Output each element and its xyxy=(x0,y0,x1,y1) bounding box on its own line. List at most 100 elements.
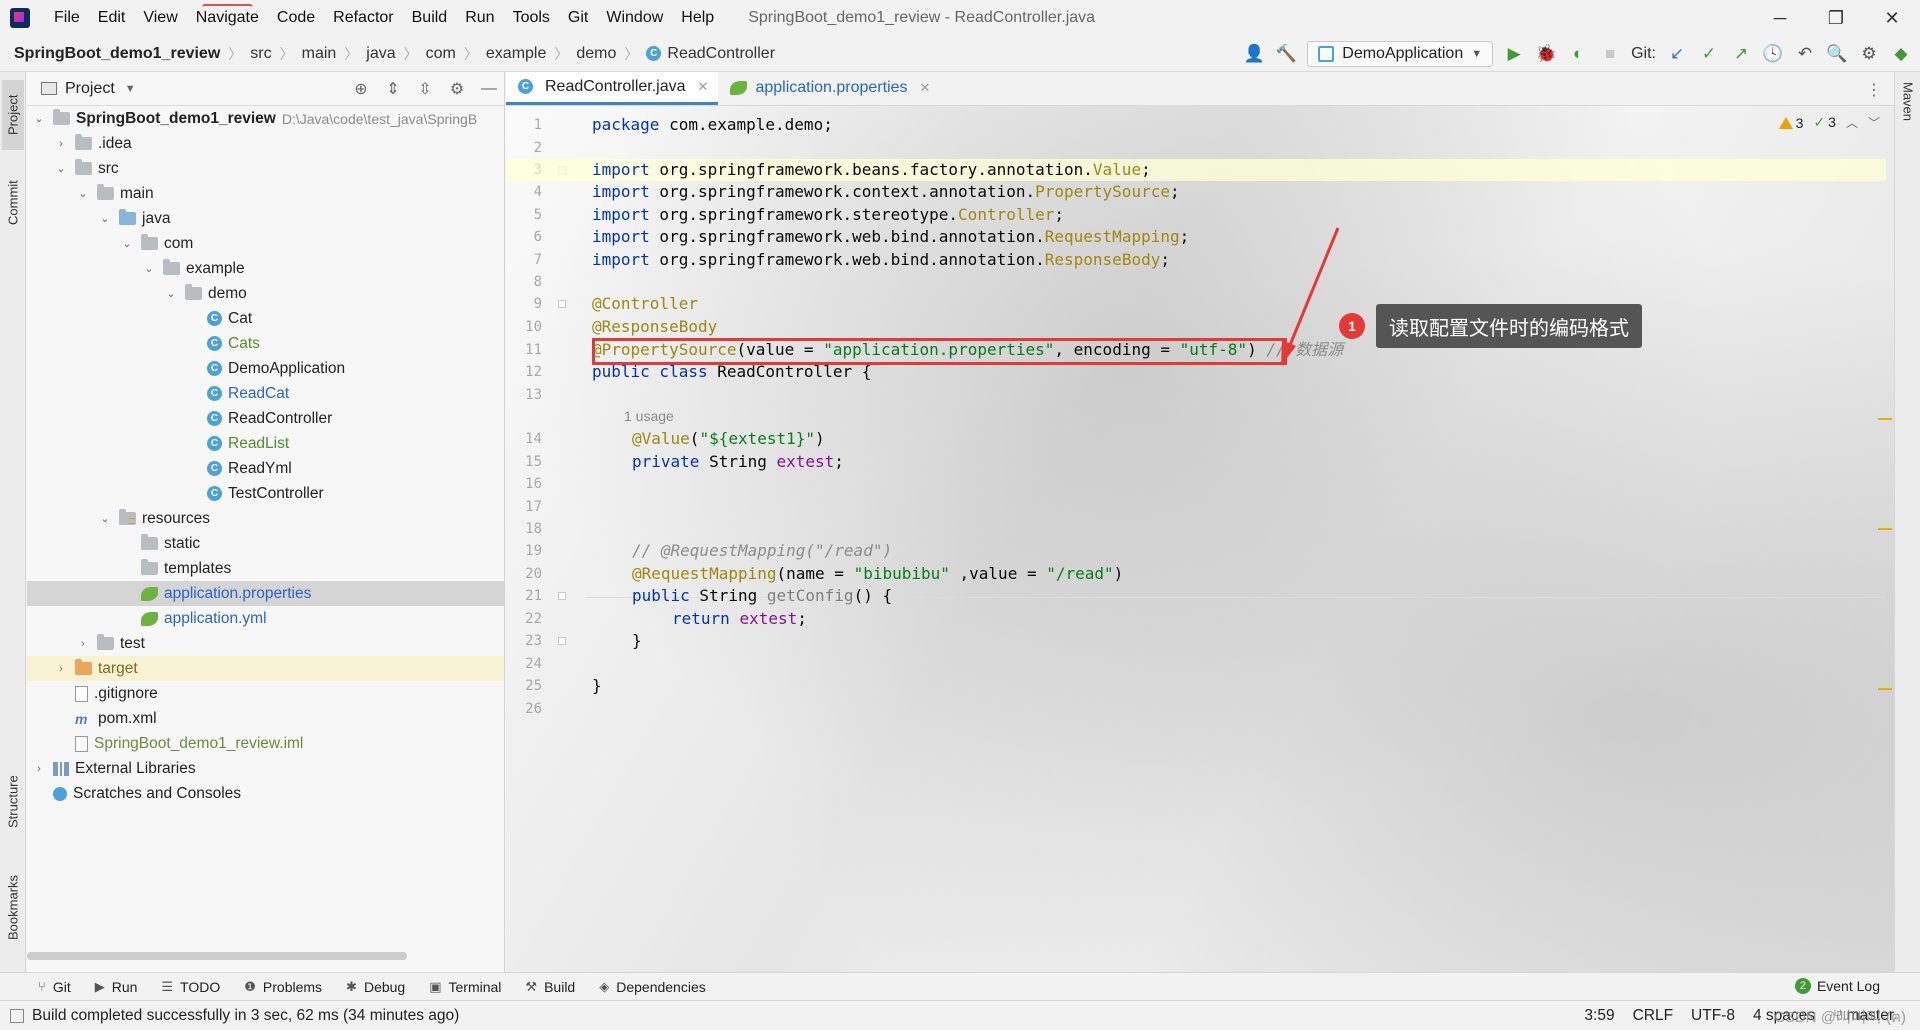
menu-refactor[interactable]: Refactor xyxy=(333,9,393,27)
hammer-build-icon[interactable]: 🔨 xyxy=(1275,43,1297,65)
collapse-all-icon[interactable]: ⇳ xyxy=(416,79,434,99)
breadcrumb-demo[interactable]: demo xyxy=(576,45,616,63)
file-encoding[interactable]: UTF-8 xyxy=(1691,1007,1735,1025)
tree-item-templates[interactable]: templates xyxy=(27,556,504,581)
stop-icon[interactable]: ■ xyxy=(1599,43,1621,65)
commit-tool-tab[interactable]: Commit xyxy=(2,168,24,238)
breadcrumb-readcontroller[interactable]: ReadController xyxy=(667,45,775,63)
code-editor[interactable]: package com.example.demo; import org.spr… xyxy=(506,106,1886,972)
tree-item-application-yml[interactable]: application.yml xyxy=(27,606,504,631)
close-icon[interactable]: ✕ xyxy=(920,80,931,96)
chevron-down-icon[interactable]: ⌄ xyxy=(33,112,45,125)
tree-item-src[interactable]: ⌄ src xyxy=(27,156,504,181)
breadcrumb-java[interactable]: java xyxy=(366,45,395,63)
tree-item-application-properties[interactable]: application.properties xyxy=(27,581,504,606)
chevron-down-icon[interactable]: ﹀ xyxy=(1868,114,1880,131)
restore-button[interactable]: ❐ xyxy=(1808,0,1864,36)
menu-tools[interactable]: Tools xyxy=(513,9,550,27)
tree-item-readyml[interactable]: C ReadYml xyxy=(27,456,504,481)
inspections-widget[interactable]: 3 ✓ 3 ︿ ﹀ xyxy=(1778,114,1880,131)
chevron-up-icon[interactable]: ︿ xyxy=(1846,114,1858,131)
menu-git[interactable]: Git xyxy=(568,9,588,27)
chevron-down-icon[interactable]: ⌄ xyxy=(99,212,111,225)
history-icon[interactable]: 🕓 xyxy=(1762,43,1784,65)
tree-item-target[interactable]: › target xyxy=(27,656,504,681)
hide-icon[interactable]: — xyxy=(480,80,498,98)
tree-item-cat[interactable]: C Cat xyxy=(27,306,504,331)
fold-marker-icon[interactable] xyxy=(558,300,566,308)
tree-item-static[interactable]: static xyxy=(27,531,504,556)
warning-stripe-marker[interactable] xyxy=(1878,688,1892,690)
menu-navigate[interactable]: Navigate xyxy=(196,4,259,27)
tree-item-demo[interactable]: ⌄ demo xyxy=(27,281,504,306)
chevron-right-icon[interactable]: › xyxy=(55,138,67,150)
tool-debug[interactable]: ✱ Debug xyxy=(346,979,405,995)
chevron-right-icon[interactable]: › xyxy=(33,763,45,775)
maven-tool-tab[interactable]: Maven xyxy=(1897,82,1919,152)
chevron-down-icon[interactable]: ⌄ xyxy=(121,237,133,250)
chevron-down-icon[interactable]: ⌄ xyxy=(77,187,89,200)
breadcrumb-example[interactable]: example xyxy=(486,45,546,63)
tool-run[interactable]: ▶ Run xyxy=(95,979,138,995)
event-log-button[interactable]: 2 Event Log xyxy=(1794,978,1880,994)
chevron-right-icon[interactable]: › xyxy=(77,638,89,650)
usage-inlay-hint[interactable]: 1 usage xyxy=(624,408,674,424)
menu-file[interactable]: File xyxy=(54,9,80,27)
tool-problems[interactable]: ❶ Problems xyxy=(244,979,322,995)
line-separator[interactable]: CRLF xyxy=(1633,1007,1673,1025)
gear-icon[interactable]: ⚙ xyxy=(1858,43,1880,65)
expand-all-icon[interactable]: ⇕ xyxy=(384,79,402,99)
toggle-tool-windows-icon[interactable] xyxy=(10,1008,24,1023)
project-panel-title[interactable]: Project xyxy=(65,80,115,98)
chevron-down-icon[interactable]: ⌄ xyxy=(143,262,155,275)
ok-count[interactable]: ✓ 3 xyxy=(1813,114,1836,131)
menu-run[interactable]: Run xyxy=(465,9,494,27)
fold-marker-icon[interactable] xyxy=(558,592,566,600)
tree-item-pom[interactable]: m pom.xml xyxy=(27,706,504,731)
tool-terminal[interactable]: ▣ Terminal xyxy=(429,979,501,995)
locate-icon[interactable]: ⊕ xyxy=(352,79,370,99)
tab-readcontroller[interactable]: C ReadController.java ✕ xyxy=(506,72,719,105)
breadcrumb-com[interactable]: com xyxy=(426,45,456,63)
tree-item-readlist[interactable]: C ReadList xyxy=(27,431,504,456)
jetbrains-toolbox-icon[interactable]: ◆ xyxy=(1890,43,1912,65)
status-message[interactable]: Build completed successfully in 3 sec, 6… xyxy=(32,1007,459,1025)
tree-item-gitignore[interactable]: .gitignore xyxy=(27,681,504,706)
tab-application-properties[interactable]: application.properties ✕ xyxy=(718,72,940,105)
tool-dependencies[interactable]: ◈ Dependencies xyxy=(599,979,706,995)
tree-item-readcontroller[interactable]: C ReadController xyxy=(27,406,504,431)
structure-tool-tab[interactable]: Structure xyxy=(2,762,24,842)
chevron-down-icon[interactable]: ▼ xyxy=(125,83,136,95)
debug-icon[interactable]: 🐞 xyxy=(1535,43,1557,65)
minimize-button[interactable]: ─ xyxy=(1752,0,1808,36)
chevron-right-icon[interactable]: › xyxy=(55,663,67,675)
run-configuration-dropdown[interactable]: DemoApplication ▼ xyxy=(1307,41,1494,67)
run-icon[interactable]: ▶ xyxy=(1503,43,1525,65)
tree-item-idea[interactable]: › .idea xyxy=(27,131,504,156)
warning-count[interactable]: 3 xyxy=(1778,115,1803,131)
more-options-icon[interactable]: ⋮ xyxy=(1866,80,1882,100)
tree-item-external-libraries[interactable]: › External Libraries xyxy=(27,756,504,781)
close-icon[interactable]: ✕ xyxy=(698,79,709,95)
gear-icon[interactable]: ⚙ xyxy=(448,79,466,99)
bookmarks-tool-tab[interactable]: Bookmarks xyxy=(2,862,24,952)
search-icon[interactable]: 🔍 xyxy=(1826,43,1848,65)
menu-edit[interactable]: Edit xyxy=(98,9,126,27)
user-icon[interactable]: 👤 xyxy=(1243,43,1265,65)
tree-item-scratches[interactable]: Scratches and Consoles xyxy=(27,781,504,806)
tree-item-main[interactable]: ⌄ main xyxy=(27,181,504,206)
tool-git[interactable]: ⑂ Git xyxy=(38,979,71,995)
chevron-down-icon[interactable]: ⌄ xyxy=(99,512,111,525)
tree-item-iml[interactable]: SpringBoot_demo1_review.iml xyxy=(27,731,504,756)
tree-item-example[interactable]: ⌄ example xyxy=(27,256,504,281)
git-update-icon[interactable]: ↙ xyxy=(1666,43,1688,65)
project-tool-tab[interactable]: Project xyxy=(2,80,24,150)
git-commit-icon[interactable]: ✓ xyxy=(1698,43,1720,65)
close-button[interactable]: ✕ xyxy=(1864,0,1920,36)
breadcrumb-project[interactable]: SpringBoot_demo1_review xyxy=(14,45,220,63)
tree-item-cats[interactable]: C Cats xyxy=(27,331,504,356)
tree-item-com[interactable]: ⌄ com xyxy=(27,231,504,256)
fold-marker-icon[interactable] xyxy=(558,637,566,645)
warning-stripe-marker[interactable] xyxy=(1878,418,1892,420)
rollback-icon[interactable]: ↶ xyxy=(1794,43,1816,65)
